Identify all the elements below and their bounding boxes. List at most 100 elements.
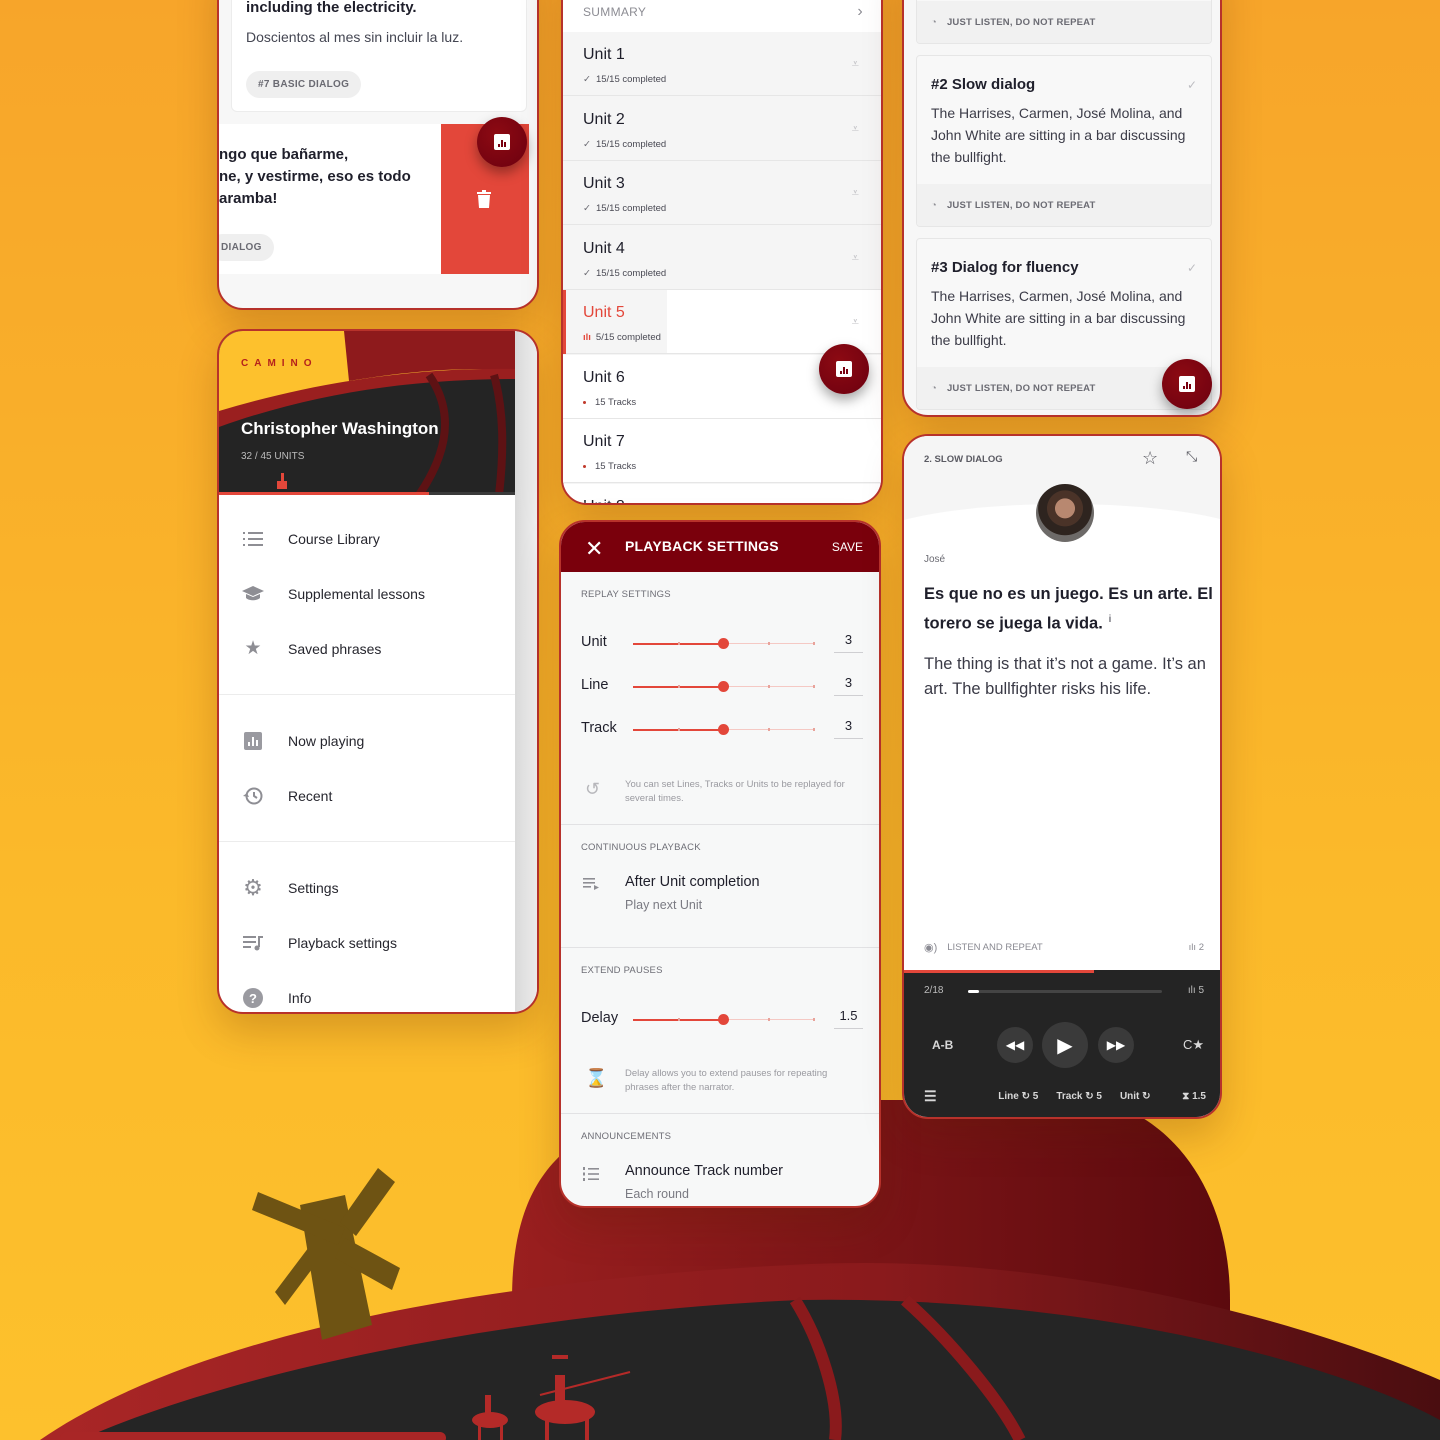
summary-row[interactable]: SUMMARY › (563, 0, 881, 32)
slider-tick (813, 728, 815, 731)
menu-item-settings[interactable]: ⚙ Settings (219, 860, 515, 915)
unit-row[interactable]: Unit 3 ✓ 15/15 completed ⩡ (563, 161, 881, 225)
now-playing-icon (836, 361, 852, 377)
summary-label: SUMMARY (583, 5, 647, 19)
menu-divider (219, 694, 515, 695)
info-icon[interactable]: i (1109, 614, 1111, 625)
unit-status: ✓ 15/15 completed (583, 203, 666, 214)
slider-value[interactable]: 3 (834, 632, 863, 653)
dialog-card[interactable]: #2 Slow dialog ✓ The Harrises, Carmen, J… (916, 55, 1212, 227)
dialog-title: #2 Slow dialog (931, 76, 1036, 93)
slider-track[interactable] (633, 638, 815, 649)
section-label-announcements: ANNOUNCEMENTS (581, 1131, 672, 1142)
dialog-description: The Harrises, Carmen, José Molina, and J… (931, 288, 1186, 348)
close-icon[interactable]: ✕ (585, 536, 603, 562)
unit-title: Unit 5 (583, 304, 625, 321)
delay-slider[interactable]: Delay 1.5 (581, 1006, 863, 1032)
trash-icon[interactable] (477, 190, 491, 208)
dialog-title: #3 Dialog for fluency (931, 259, 1079, 276)
section-label-continuous: CONTINUOUS PLAYBACK (581, 842, 701, 853)
unit-row[interactable]: Unit 7 15 Tracks (563, 419, 881, 483)
option-title: After Unit completion (625, 874, 760, 890)
track-progress-bar[interactable] (968, 990, 1162, 993)
unit-row[interactable]: Unit 4 ✓ 15/15 completed ⩡ (563, 226, 881, 290)
fast-forward-button[interactable]: ▶▶ (1098, 1027, 1134, 1063)
unit-status-text: 15 Tracks (595, 461, 637, 472)
unit-row[interactable]: Unit 2 ✓ 15/15 completed ⩡ (563, 97, 881, 161)
slider-thumb[interactable] (718, 1014, 729, 1025)
slider-tick (678, 1018, 680, 1021)
downloaded-icon[interactable]: ⩡ (852, 314, 859, 330)
slider-track[interactable] (633, 724, 815, 735)
unit-row[interactable]: Unit 8 (563, 483, 881, 503)
unit-status-text: 15/15 completed (595, 267, 667, 279)
line-replay-slider[interactable]: Line 3 (581, 673, 863, 699)
ab-repeat-button[interactable]: A-B (932, 1038, 953, 1052)
unit-status: 15 Tracks (583, 397, 636, 408)
star-outline-icon[interactable]: ☆ (1142, 448, 1158, 469)
menu-item-recent[interactable]: Recent (219, 768, 515, 823)
menu-item-supplemental-lessons[interactable]: Supplemental lessons (219, 566, 515, 621)
numbered-list-icon (583, 1167, 599, 1181)
downloaded-icon[interactable]: ⩡ (852, 121, 859, 137)
slider-track[interactable] (633, 681, 815, 692)
slider-thumb[interactable] (718, 724, 729, 735)
downloaded-icon[interactable]: ⩡ (852, 185, 859, 201)
slider-value[interactable]: 1.5 (834, 1008, 863, 1029)
track-replay-slider[interactable]: Track 3 (581, 716, 863, 742)
unit-replay-slider[interactable]: Unit 3 (581, 630, 863, 656)
lesson-tag[interactable]: DIALOG (219, 234, 274, 261)
unit-status-text: 15/15 completed (595, 203, 667, 214)
rewind-icon: ◀◀ (1005, 1038, 1025, 1052)
section-divider (561, 947, 879, 948)
delay-indicator[interactable]: ⧗ 1.5 (1182, 1091, 1206, 1102)
menu-item-saved-phrases[interactable]: ★ Saved phrases (219, 621, 515, 676)
menu-item-playback-settings[interactable]: Playback settings (219, 915, 515, 970)
downloaded-icon[interactable]: ⩡ (852, 250, 859, 266)
tune-icon[interactable]: ☰ (924, 1088, 937, 1105)
replay-icon: ↺ (585, 779, 601, 799)
now-playing-icon (494, 134, 510, 150)
replay-hint: ↺ You can set Lines, Tracks or Units to … (581, 778, 863, 806)
dialog-card[interactable]: ◔ JUST LISTEN, DO NOT REPEAT (916, 0, 1212, 44)
unit-status: ✓ 15/15 completed (583, 268, 666, 279)
now-playing-fab[interactable] (819, 344, 869, 394)
bars-icon: ılı (1187, 985, 1196, 996)
slider-thumb[interactable] (718, 638, 729, 649)
slider-value[interactable]: 3 (834, 718, 863, 739)
save-button[interactable]: SAVE (832, 540, 863, 554)
collapse-icon[interactable]: ⤡ (1186, 448, 1197, 465)
downloaded-icon[interactable]: ⩡ (852, 56, 859, 72)
header-illustration (219, 331, 515, 495)
slider-thumb[interactable] (718, 681, 729, 692)
unit-repeat[interactable]: Unit ↻ (1120, 1091, 1151, 1102)
slider-track[interactable] (633, 1014, 815, 1025)
slider-value[interactable]: 3 (834, 675, 863, 696)
slider-tick (768, 642, 770, 645)
help-icon: ? (241, 986, 265, 1010)
play-button[interactable]: ▶ (1042, 1022, 1088, 1068)
slider-tick (768, 728, 770, 731)
now-playing-fab[interactable] (1162, 359, 1212, 409)
slider-tick (768, 1018, 770, 1021)
phrase-card[interactable]: including the electricity. Doscientos al… (231, 0, 527, 112)
ear-icon: ◔ (931, 16, 937, 28)
lesson-tag[interactable]: #7 BASIC DIALOG (246, 71, 362, 98)
line-repeat[interactable]: Line ↻ 5 (998, 1091, 1038, 1102)
now-playing-fab[interactable] (477, 117, 527, 167)
slider-label: Unit (581, 634, 607, 650)
line-progress (904, 970, 1094, 973)
menu-item-label: Playback settings (288, 934, 397, 951)
repeat-favorite-button[interactable]: C★ (1183, 1037, 1204, 1053)
player-controls: 2/18 ılı 5 A-B ◀◀ ▶ ▶▶ C★ ☰ Line ↻ 5 Tra… (904, 970, 1220, 1117)
unit-row[interactable]: Unit 1 ✓ 15/15 completed ⩡ (563, 32, 881, 96)
delay-hint: ⌛ Delay allows you to extend pauses for … (581, 1067, 863, 1095)
menu-item-now-playing[interactable]: Now playing (219, 713, 515, 768)
rewind-button[interactable]: ◀◀ (997, 1027, 1033, 1063)
phrase-card-swiped[interactable]: ngo que bañarme, ne, y vestirme, eso es … (219, 124, 441, 274)
track-repeat[interactable]: Track ↻ 5 (1056, 1091, 1102, 1102)
menu-item-info[interactable]: ? Info (219, 970, 515, 1012)
repeat-summary-row: ☰ Line ↻ 5 Track ↻ 5 Unit ↻ ⧗ 1.5 (924, 1088, 1206, 1105)
menu-item-course-library[interactable]: Course Library (219, 511, 515, 566)
delay-hint-text: Delay allows you to extend pauses for re… (625, 1068, 828, 1093)
